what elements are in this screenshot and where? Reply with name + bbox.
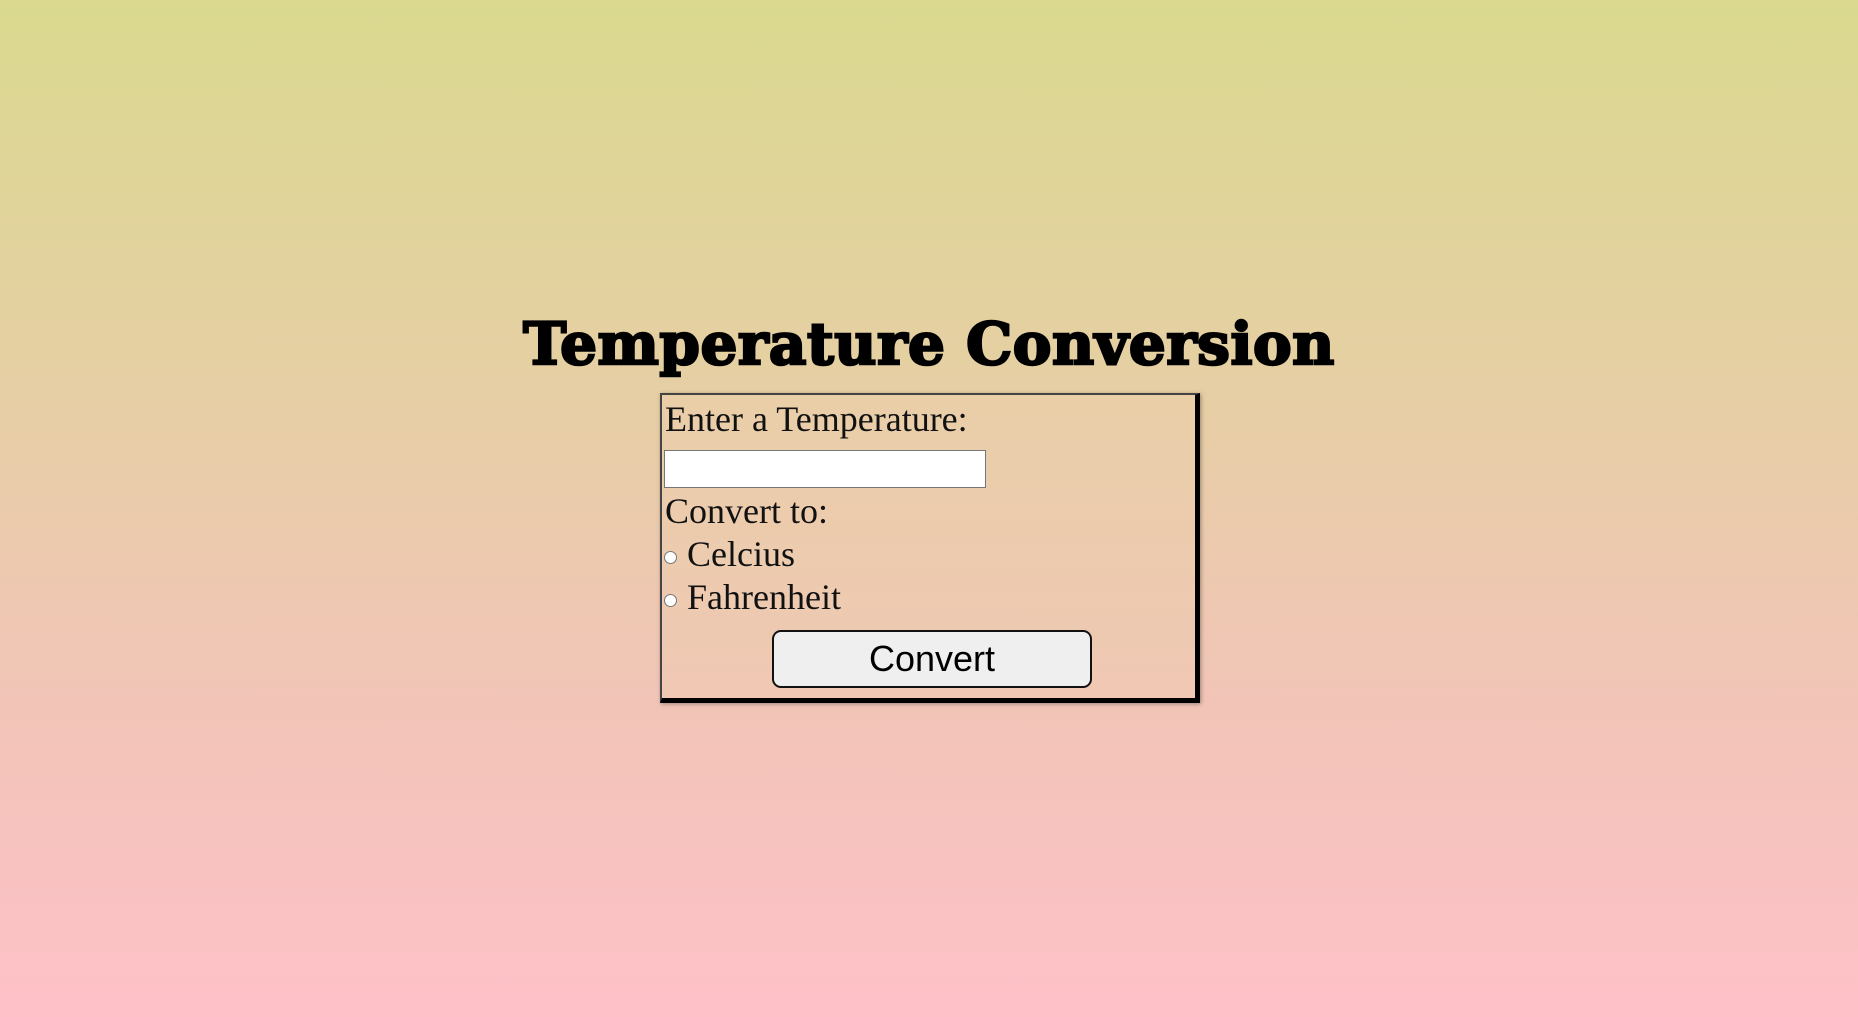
fahrenheit-radio[interactable] xyxy=(664,593,677,607)
fahrenheit-label[interactable]: Fahrenheit xyxy=(687,576,841,618)
celsius-radio[interactable] xyxy=(664,550,677,564)
page-title: Temperature Conversion xyxy=(522,309,1336,380)
enter-temperature-label: Enter a Temperature: xyxy=(665,399,968,439)
fahrenheit-option[interactable]: Fahrenheit xyxy=(664,576,841,618)
convert-to-label: Convert to: xyxy=(665,491,828,531)
convert-button[interactable]: Convert xyxy=(772,630,1092,688)
temperature-input[interactable] xyxy=(664,450,986,488)
celsius-label[interactable]: Celcius xyxy=(687,533,795,575)
converter-form: Enter a Temperature: Convert to: Celcius… xyxy=(660,393,1200,703)
celsius-option[interactable]: Celcius xyxy=(664,533,795,575)
